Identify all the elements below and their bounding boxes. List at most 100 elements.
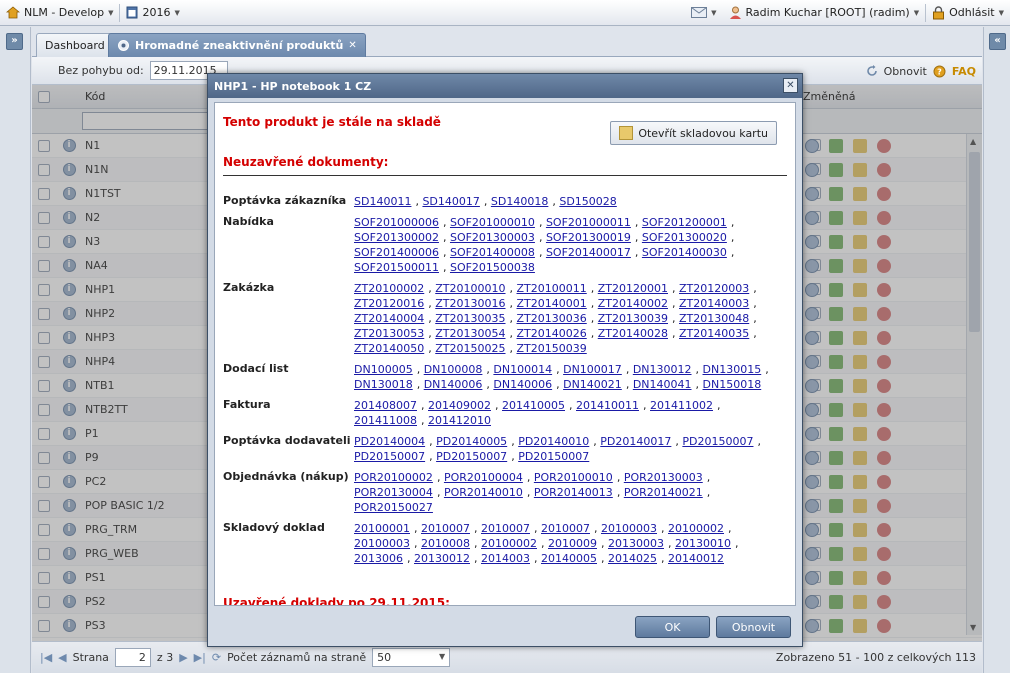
doc-link[interactable]: ZT20140050 (354, 342, 424, 355)
doc-link[interactable]: ZT20130053 (354, 327, 424, 340)
dialog-close-icon[interactable]: ✕ (783, 78, 798, 93)
doc-link[interactable]: DN100017 (563, 363, 622, 376)
doc-link[interactable]: 2010007 (421, 522, 470, 535)
doc-link[interactable]: SOF201200001 (642, 216, 727, 229)
tab-bulk-deactivate[interactable]: Hromadné zneaktivnění produktů ✕ (108, 33, 366, 57)
doc-link[interactable]: POR20130004 (354, 486, 433, 499)
doc-link[interactable]: SOF201300003 (450, 231, 535, 244)
doc-link[interactable]: PD20140004 (354, 435, 425, 448)
doc-link[interactable]: PD20140010 (518, 435, 589, 448)
doc-link[interactable]: ZT20140026 (517, 327, 587, 340)
doc-link[interactable]: POR20100010 (534, 471, 613, 484)
doc-link[interactable]: ZT20100011 (517, 282, 587, 295)
doc-link[interactable]: DN100008 (424, 363, 483, 376)
user-menu[interactable]: Radim Kuchar [ROOT] (radim) ▼ (723, 0, 926, 26)
doc-link[interactable]: SD150028 (559, 195, 616, 208)
doc-link[interactable]: SOF201000006 (354, 216, 439, 229)
doc-link[interactable]: 2010008 (421, 537, 470, 550)
doc-link[interactable]: POR20140010 (444, 486, 523, 499)
year-menu[interactable]: 2016 ▼ (120, 0, 185, 26)
doc-link[interactable]: DN140006 (424, 378, 483, 391)
doc-link[interactable]: ZT20130039 (598, 312, 668, 325)
doc-link[interactable]: POR20100004 (444, 471, 523, 484)
doc-link[interactable]: ZT20130035 (435, 312, 505, 325)
doc-link[interactable]: SD140018 (491, 195, 548, 208)
doc-link[interactable]: POR20150027 (354, 501, 433, 514)
doc-link[interactable]: 20130003 (608, 537, 664, 550)
doc-link[interactable]: SOF201300019 (546, 231, 631, 244)
expand-right-icon[interactable]: « (989, 33, 1006, 50)
dialog-refresh-button[interactable]: Obnovit (716, 616, 791, 638)
doc-link[interactable]: 20140012 (668, 552, 724, 565)
doc-link[interactable]: 2010009 (548, 537, 597, 550)
tab-dashboard[interactable]: Dashboard (36, 33, 114, 57)
logout-button[interactable]: Odhlásit ▼ (926, 0, 1010, 26)
doc-link[interactable]: SOF201400006 (354, 246, 439, 259)
doc-link[interactable]: ZT20100010 (435, 282, 505, 295)
doc-link[interactable]: 2014025 (608, 552, 657, 565)
messages-menu[interactable]: ▼ (685, 0, 722, 26)
doc-link[interactable]: PD20150007 (354, 450, 425, 463)
doc-link[interactable]: 2014003 (481, 552, 530, 565)
doc-link[interactable]: 201411002 (650, 399, 713, 412)
doc-link[interactable]: PD20150007 (436, 450, 507, 463)
doc-link[interactable]: ZT20120016 (354, 297, 424, 310)
doc-link[interactable]: POR20130003 (624, 471, 703, 484)
doc-link[interactable]: ZT20100002 (354, 282, 424, 295)
page-input[interactable]: 2 (114, 648, 151, 667)
doc-link[interactable]: POR20100002 (354, 471, 433, 484)
doc-link[interactable]: SOF201000010 (450, 216, 535, 229)
doc-link[interactable]: 20130012 (414, 552, 470, 565)
doc-link[interactable]: 20100003 (354, 537, 410, 550)
doc-link[interactable]: ZT20130036 (517, 312, 587, 325)
doc-link[interactable]: SOF201400017 (546, 246, 631, 259)
doc-link[interactable]: SD140017 (422, 195, 479, 208)
doc-link[interactable]: ZT20140028 (598, 327, 668, 340)
doc-link[interactable]: DN100005 (354, 363, 413, 376)
ok-button[interactable]: OK (635, 616, 710, 638)
doc-link[interactable]: 20100002 (668, 522, 724, 535)
per-page-select[interactable]: 50 ▼ (372, 648, 451, 667)
doc-link[interactable]: DN150018 (703, 378, 762, 391)
doc-link[interactable]: DN130015 (703, 363, 762, 376)
project-menu[interactable]: NLM - Develop ▼ (0, 0, 119, 26)
doc-link[interactable]: ZT20140003 (679, 297, 749, 310)
doc-link[interactable]: 201411008 (354, 414, 417, 427)
doc-link[interactable]: SD140011 (354, 195, 411, 208)
doc-link[interactable]: DN130012 (633, 363, 692, 376)
refresh-button[interactable]: Obnovit (884, 65, 927, 78)
doc-link[interactable]: 201410005 (502, 399, 565, 412)
reload-icon[interactable]: ⟳ (212, 651, 221, 664)
doc-link[interactable]: SOF201300002 (354, 231, 439, 244)
expand-left-icon[interactable]: » (6, 33, 23, 50)
doc-link[interactable]: ZT20130054 (435, 327, 505, 340)
doc-link[interactable]: ZT20120003 (679, 282, 749, 295)
doc-link[interactable]: ZT20130048 (679, 312, 749, 325)
doc-link[interactable]: DN140021 (563, 378, 622, 391)
doc-link[interactable]: 201409002 (428, 399, 491, 412)
doc-link[interactable]: ZT20140002 (598, 297, 668, 310)
doc-link[interactable]: 2013006 (354, 552, 403, 565)
doc-link[interactable]: 20100001 (354, 522, 410, 535)
doc-link[interactable]: DN140041 (633, 378, 692, 391)
doc-link[interactable]: PD20150007 (518, 450, 589, 463)
doc-link[interactable]: SOF201300020 (642, 231, 727, 244)
doc-link[interactable]: 2010007 (481, 522, 530, 535)
doc-link[interactable]: ZT20130016 (435, 297, 505, 310)
doc-link[interactable]: ZT20150025 (435, 342, 505, 355)
doc-link[interactable]: SOF201400030 (642, 246, 727, 259)
doc-link[interactable]: 201408007 (354, 399, 417, 412)
doc-link[interactable]: PD20140017 (600, 435, 671, 448)
doc-link[interactable]: 2010007 (541, 522, 590, 535)
doc-link[interactable]: PD20150007 (682, 435, 753, 448)
doc-link[interactable]: 20140005 (541, 552, 597, 565)
first-page-icon[interactable]: |◀ (40, 651, 52, 664)
doc-link[interactable]: ZT20120001 (598, 282, 668, 295)
doc-link[interactable]: SOF201500011 (354, 261, 439, 274)
next-page-icon[interactable]: ▶ (179, 651, 187, 664)
doc-link[interactable]: SOF201400008 (450, 246, 535, 259)
doc-link[interactable]: SOF201000011 (546, 216, 631, 229)
doc-link[interactable]: DN100014 (493, 363, 552, 376)
doc-link[interactable]: 20100002 (481, 537, 537, 550)
close-icon[interactable]: ✕ (348, 40, 356, 51)
